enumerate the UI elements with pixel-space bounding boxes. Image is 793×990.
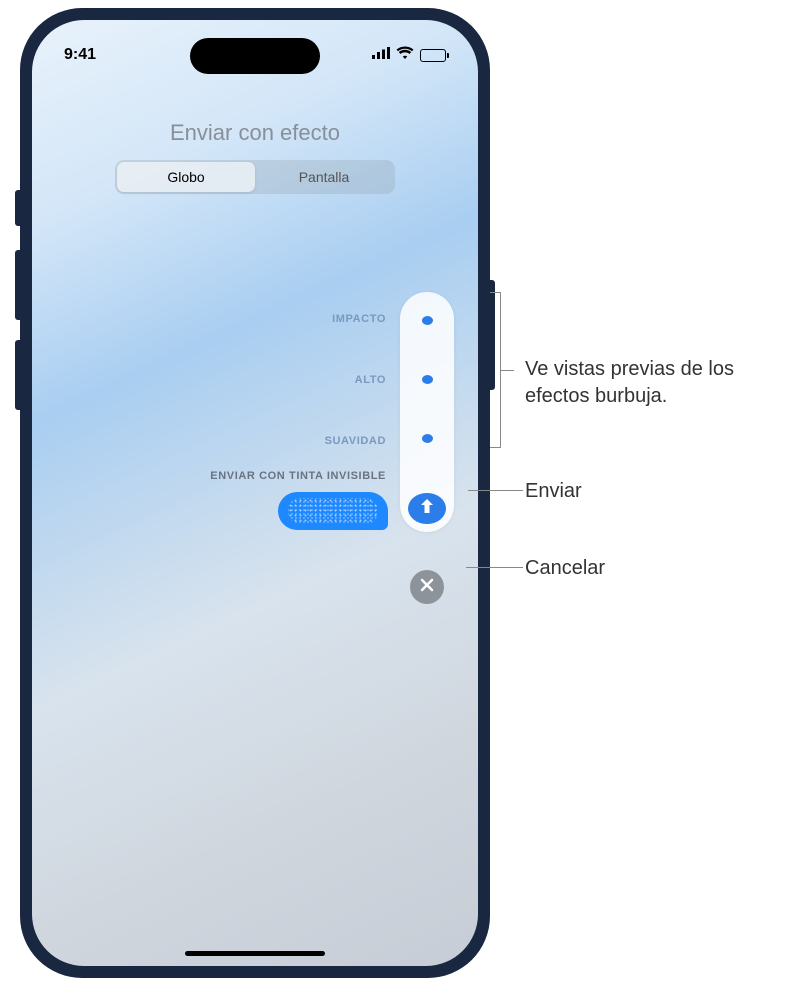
home-indicator[interactable]: [185, 951, 325, 956]
effect-label-gentle: SUAVIDAD: [325, 435, 386, 447]
dynamic-island: [190, 38, 320, 74]
invisible-ink-texture: [288, 498, 378, 524]
tab-screen[interactable]: Pantalla: [255, 162, 393, 192]
status-time: 9:41: [64, 46, 96, 64]
effect-dot-gentle[interactable]: [422, 434, 433, 443]
arrow-up-icon: [417, 496, 437, 521]
effect-label-invisible-ink: ENVIAR CON TINTA INVISIBLE: [210, 470, 386, 482]
battery-icon: [420, 49, 446, 62]
wifi-icon: [396, 46, 414, 64]
callout-line-send: [468, 490, 523, 491]
callout-preview-effects: Ve vistas previas de los efectos burbuja…: [525, 356, 785, 410]
close-icon: [419, 577, 435, 598]
callout-send: Enviar: [525, 478, 582, 505]
effect-dot-impact[interactable]: [422, 316, 433, 325]
effect-dot-loud[interactable]: [422, 375, 433, 384]
status-indicators: [372, 46, 446, 64]
cellular-icon: [372, 46, 390, 64]
page-title: Enviar con efecto: [32, 120, 478, 146]
message-bubble-preview: [278, 492, 388, 530]
callout-line-cancel: [466, 567, 523, 568]
effect-type-segmented-control[interactable]: Globo Pantalla: [115, 160, 395, 194]
cancel-button[interactable]: [410, 570, 444, 604]
phone-frame: 9:41 Enviar con efecto Globo Pantalla IM…: [20, 8, 490, 978]
effect-selector-track: [400, 292, 454, 532]
callout-cancel: Cancelar: [525, 555, 605, 582]
phone-screen: 9:41 Enviar con efecto Globo Pantalla IM…: [32, 20, 478, 966]
tab-bubble[interactable]: Globo: [117, 162, 255, 192]
effect-label-impact: IMPACTO: [332, 313, 386, 325]
callout-bracket-effects: [490, 292, 510, 448]
effect-label-loud: ALTO: [355, 374, 386, 386]
send-button[interactable]: [408, 493, 446, 524]
